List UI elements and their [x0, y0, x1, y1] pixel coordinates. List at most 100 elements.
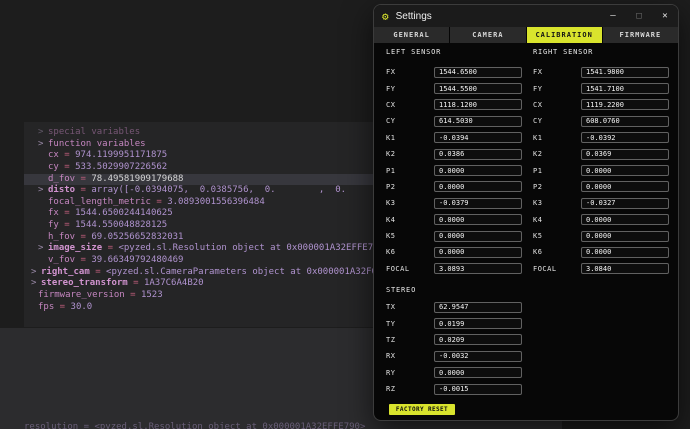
debug-line-right-cam[interactable]: >right_cam = <pyzed.sl.CameraParameters … [24, 267, 378, 279]
param-label: FOCAL [386, 265, 434, 273]
equals-sign: = [59, 150, 75, 160]
param-label: K4 [386, 216, 434, 224]
param-input-k4[interactable]: 0.0000 [581, 214, 669, 225]
param-input-cy[interactable]: 614.5030 [434, 116, 522, 127]
param-input-p1[interactable]: 0.0000 [581, 165, 669, 176]
variable-name: right_cam [41, 267, 90, 277]
variable-name: cy [48, 162, 59, 172]
debug-line-v-fov: v_fov = 39.66349792480469 [24, 255, 378, 267]
param-input-cx[interactable]: 1118.1200 [434, 99, 522, 110]
param-label: K1 [386, 134, 434, 142]
close-button[interactable]: ✕ [652, 5, 678, 27]
tab-camera[interactable]: CAMERA [450, 27, 525, 43]
param-input-fy[interactable]: 1541.7100 [581, 83, 669, 94]
debug-line-function-variables[interactable]: >function variables [24, 139, 378, 151]
tab-general[interactable]: GENERAL [374, 27, 449, 43]
param-input-k1[interactable]: -0.0394 [434, 132, 522, 143]
param-input-tz[interactable]: 0.0209 [434, 334, 522, 345]
variable-name: d_fov [48, 174, 75, 184]
minimize-button[interactable]: – [600, 5, 626, 27]
chevron-right-icon[interactable]: > [38, 185, 48, 197]
debug-line-image-size[interactable]: >image_size = <pyzed.sl.Resolution objec… [24, 243, 378, 255]
debug-line-fps: fps = 30.0 [24, 302, 378, 314]
param-label: P1 [533, 167, 581, 175]
param-input-focal[interactable]: 3.0840 [581, 263, 669, 274]
param-input-cy[interactable]: 608.0760 [581, 116, 669, 127]
param-row-k4: K40.0000 [533, 212, 669, 228]
variable-value: 78.49581909179688 [91, 174, 183, 184]
param-input-k6[interactable]: 0.0000 [581, 247, 669, 258]
param-input-rz[interactable]: -0.0015 [434, 384, 522, 395]
param-row-focal: FOCAL3.0840 [533, 261, 669, 277]
tab-calibration[interactable]: CALIBRATION [527, 27, 602, 43]
param-label: FX [386, 68, 434, 76]
equals-sign: = [75, 174, 91, 184]
param-label: FY [386, 85, 434, 93]
variable-value: array([-0.0394075, 0.0385756, 0. , 0. , … [91, 185, 378, 195]
gear-icon: ⚙ [382, 11, 389, 22]
param-row-p2: P20.0000 [386, 179, 522, 195]
chevron-right-icon[interactable]: > [31, 267, 41, 279]
chevron-right-icon[interactable]: > [38, 127, 48, 139]
calibration-body: LEFT SENSOR RIGHT SENSOR STEREO FX1544.6… [374, 43, 678, 421]
param-row-fx: FX1544.6500 [386, 64, 522, 80]
param-label: K2 [533, 150, 581, 158]
debug-line-stereo-transform[interactable]: >stereo_transform = 1A37C6A4B20 [24, 278, 378, 290]
param-input-k3[interactable]: -0.0379 [434, 198, 522, 209]
param-label: K4 [533, 216, 581, 224]
left-sensor-column: FX1544.6500FY1544.5500CX1118.1200CY614.5… [386, 64, 522, 277]
variable-value: <pyzed.sl.CameraParameters object at 0x0… [106, 267, 378, 277]
chevron-right-icon[interactable]: > [31, 278, 41, 290]
param-row-cy: CY614.5030 [386, 113, 522, 129]
factory-reset-button[interactable]: FACTORY RESET [389, 404, 455, 415]
param-input-cx[interactable]: 1119.2200 [581, 99, 669, 110]
param-row-cx: CX1119.2200 [533, 97, 669, 113]
param-row-cx: CX1118.1200 [386, 97, 522, 113]
maximize-button[interactable]: □ [626, 5, 652, 27]
variable-value: <pyzed.sl.Resolution object at 0x000001A… [118, 243, 378, 253]
param-input-tx[interactable]: 62.9547 [434, 302, 522, 313]
debug-line-special-variables[interactable]: >special variables [24, 127, 378, 139]
param-input-k5[interactable]: 0.0000 [581, 231, 669, 242]
variable-value: 533.5029907226562 [75, 162, 167, 172]
debug-line-cy: cy = 533.5029907226562 [24, 162, 378, 174]
param-input-ty[interactable]: 0.0199 [434, 318, 522, 329]
param-input-k2[interactable]: 0.0369 [581, 149, 669, 160]
param-input-k5[interactable]: 0.0000 [434, 231, 522, 242]
param-row-tx: TX62.9547 [386, 299, 522, 315]
chevron-right-icon[interactable]: > [38, 243, 48, 255]
param-input-fx[interactable]: 1544.6500 [434, 67, 522, 78]
param-label: K5 [386, 232, 434, 240]
tab-bar: GENERALCAMERACALIBRATIONFIRMWARE [374, 27, 678, 43]
param-input-fx[interactable]: 1541.9800 [581, 67, 669, 78]
param-input-p2[interactable]: 0.0000 [434, 181, 522, 192]
param-input-k3[interactable]: -0.0327 [581, 198, 669, 209]
param-input-ry[interactable]: 0.0000 [434, 367, 522, 378]
variable-name: image_size [48, 243, 102, 253]
param-label: P2 [533, 183, 581, 191]
variable-name: v_fov [48, 255, 75, 265]
param-input-rx[interactable]: -0.0032 [434, 351, 522, 362]
param-row-p1: P10.0000 [533, 162, 669, 178]
param-label: RX [386, 352, 434, 360]
param-label: K6 [533, 248, 581, 256]
param-input-p2[interactable]: 0.0000 [581, 181, 669, 192]
titlebar: ⚙ Settings – □ ✕ [374, 5, 678, 27]
param-row-k3: K3-0.0379 [386, 195, 522, 211]
param-input-focal[interactable]: 3.0893 [434, 263, 522, 274]
param-input-k2[interactable]: 0.0386 [434, 149, 522, 160]
debug-line-disto[interactable]: >disto = array([-0.0394075, 0.0385756, 0… [24, 185, 378, 197]
debug-line-fy: fy = 1544.550048828125 [24, 220, 378, 232]
param-row-k1: K1-0.0394 [386, 130, 522, 146]
param-input-k1[interactable]: -0.0392 [581, 132, 669, 143]
param-input-k6[interactable]: 0.0000 [434, 247, 522, 258]
param-input-fy[interactable]: 1544.5500 [434, 83, 522, 94]
param-row-fx: FX1541.9800 [533, 64, 669, 80]
param-input-k4[interactable]: 0.0000 [434, 214, 522, 225]
chevron-right-icon[interactable]: > [38, 139, 48, 151]
param-row-k1: K1-0.0392 [533, 130, 669, 146]
param-input-p1[interactable]: 0.0000 [434, 165, 522, 176]
stereo-title: STEREO [386, 286, 416, 294]
tab-firmware[interactable]: FIRMWARE [603, 27, 678, 43]
param-row-k3: K3-0.0327 [533, 195, 669, 211]
